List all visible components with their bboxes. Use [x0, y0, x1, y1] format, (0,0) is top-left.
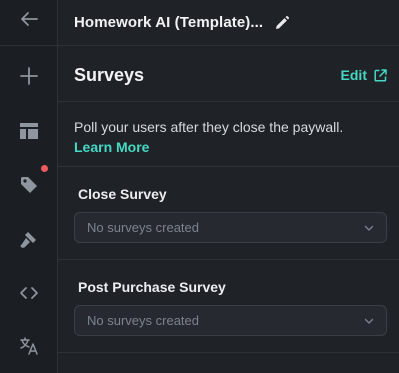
- rail-divider: [0, 45, 58, 46]
- edit-label: Edit: [340, 67, 367, 83]
- main-panel: Homework AI (Template)... Surveys Edit P…: [58, 0, 399, 373]
- pencil-icon: [276, 15, 290, 29]
- localization-button[interactable]: [0, 331, 58, 361]
- post-purchase-survey-label: Post Purchase Survey: [78, 279, 226, 295]
- products-button[interactable]: [0, 170, 58, 200]
- description-text: Poll your users after they close the pay…: [74, 119, 344, 135]
- post-purchase-survey-block: Post Purchase Survey No surveys created: [58, 260, 399, 353]
- rename-button[interactable]: [275, 15, 290, 30]
- translate-icon: [20, 337, 38, 355]
- back-arrow-icon: [21, 12, 38, 26]
- post-purchase-survey-select-value: No surveys created: [87, 313, 199, 328]
- sidebar-rail: [0, 0, 58, 373]
- code-icon: [20, 287, 38, 299]
- close-survey-select-value: No surveys created: [87, 220, 199, 235]
- close-survey-select[interactable]: No surveys created: [74, 212, 387, 243]
- learn-more-link[interactable]: Learn More: [74, 137, 149, 157]
- close-survey-block: Close Survey No surveys created: [58, 167, 399, 260]
- chevron-down-icon: [364, 225, 374, 231]
- code-button[interactable]: [0, 278, 58, 308]
- notification-dot: [41, 165, 48, 172]
- chevron-down-icon: [364, 318, 374, 324]
- brush-icon: [20, 232, 36, 248]
- description-block: Poll your users after they close the pay…: [58, 102, 399, 167]
- layout-button[interactable]: [0, 116, 58, 146]
- layout-icon: [20, 123, 38, 139]
- back-button[interactable]: [0, 3, 58, 35]
- tag-icon: [21, 177, 37, 193]
- design-button[interactable]: [0, 225, 58, 255]
- close-survey-label: Close Survey: [78, 186, 167, 202]
- top-bar: Homework AI (Template)...: [58, 0, 399, 46]
- edit-link[interactable]: Edit: [341, 67, 387, 83]
- post-purchase-survey-select[interactable]: No surveys created: [74, 305, 387, 336]
- section-title: Surveys: [74, 65, 145, 85]
- project-title: Homework AI (Template)...: [74, 14, 264, 31]
- external-link-icon: [374, 68, 387, 82]
- plus-icon: [20, 67, 38, 85]
- add-button[interactable]: [0, 61, 58, 91]
- section-header: Surveys Edit: [58, 46, 399, 102]
